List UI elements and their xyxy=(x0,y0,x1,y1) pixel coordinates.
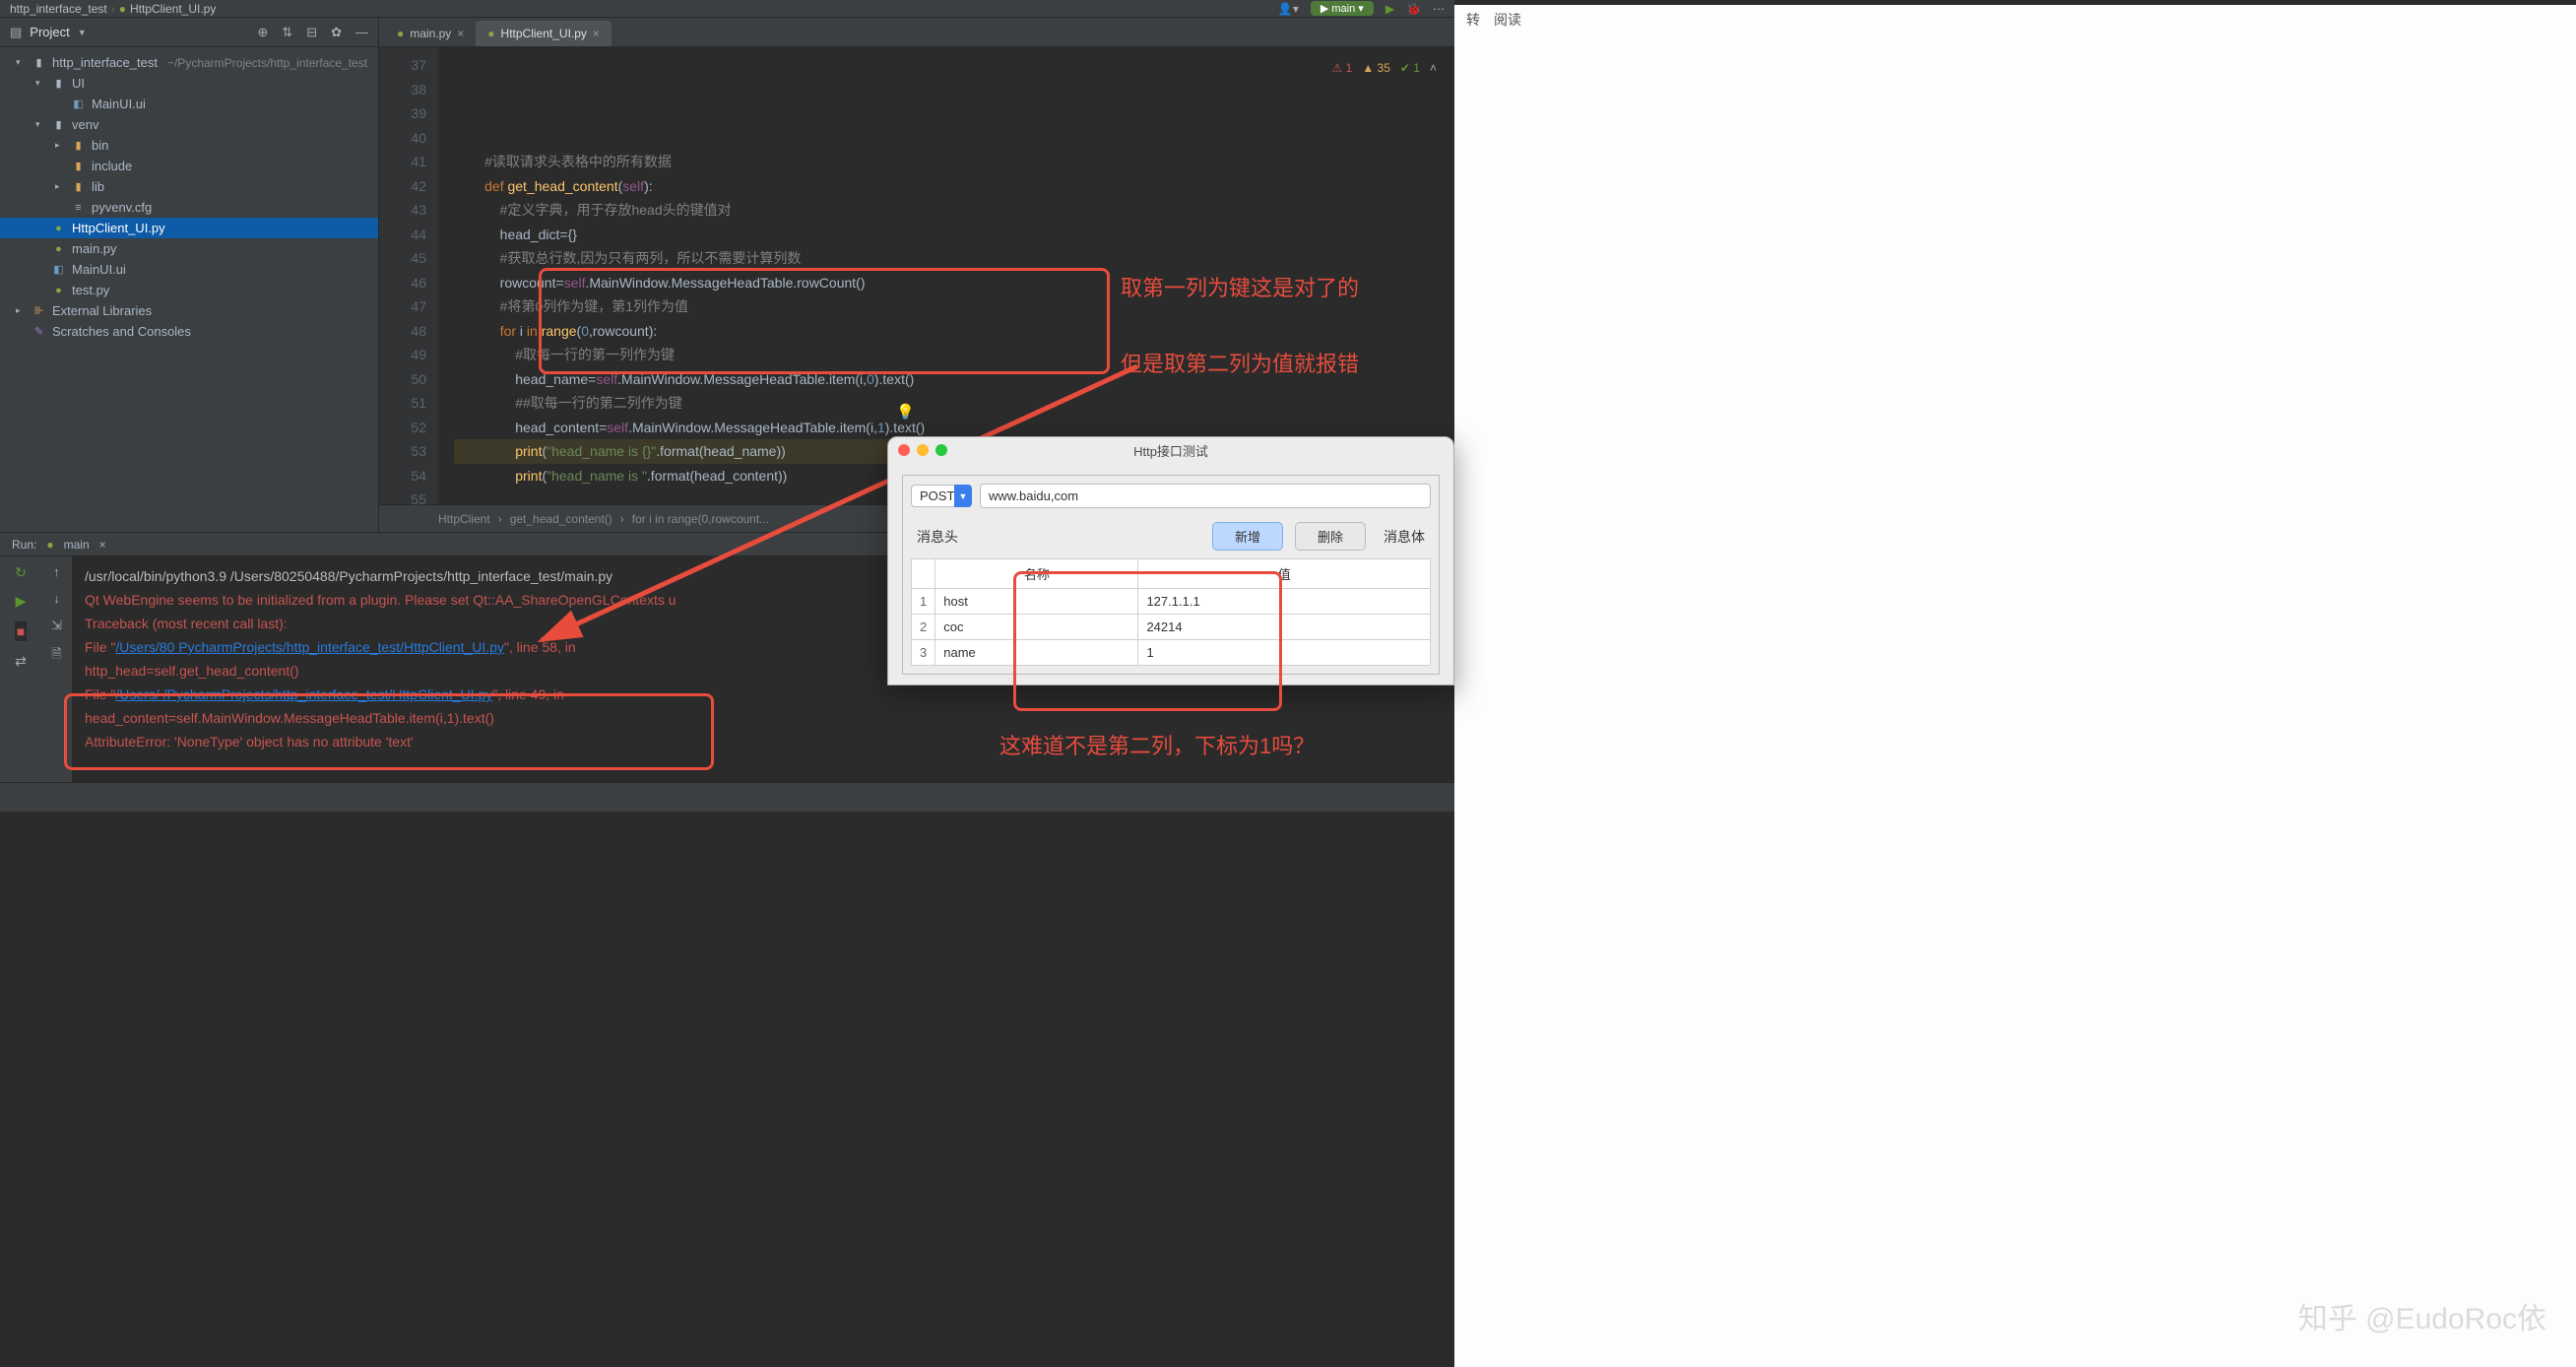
close-icon[interactable]: × xyxy=(99,538,106,552)
tree-node[interactable]: ◧MainUI.ui xyxy=(0,259,378,280)
rerun-icon[interactable]: ↻ xyxy=(15,564,27,581)
headers-table[interactable]: 名称值 1host127.1.1.12coc242143name1 xyxy=(911,558,1431,666)
table-row[interactable]: 2coc24214 xyxy=(912,615,1431,640)
editor-tab[interactable]: ●main.py× xyxy=(385,21,476,46)
run-icon[interactable]: ▶ xyxy=(16,593,27,610)
run-sub-toolbar: ↑ ↓ ⇲ 🗎 xyxy=(41,556,73,812)
annotation-text: 取第一列为键这是对了的 xyxy=(1121,271,1359,302)
delete-button[interactable]: 删除 xyxy=(1295,522,1366,551)
add-button[interactable]: 新增 xyxy=(1212,522,1283,551)
project-tree[interactable]: ▾▮http_interface_test~/PycharmProjects/h… xyxy=(0,47,378,532)
run-label: Run: xyxy=(12,538,36,552)
debug-icon[interactable]: 🐞 xyxy=(1406,2,1421,16)
right-tabs: 转 阅读 xyxy=(1454,5,2576,34)
up-icon[interactable]: ↑ xyxy=(53,564,60,579)
tree-node[interactable]: ●test.py xyxy=(0,280,378,300)
tree-node[interactable]: ●main.py xyxy=(0,238,378,259)
watermark: 知乎 @EudoRoc依 xyxy=(2298,1294,2546,1337)
annotation-text: 这难道不是第二列，下标为1吗？ xyxy=(999,729,1315,760)
breadcrumb[interactable]: http_interface_test › ● HttpClient_UI.py xyxy=(10,2,216,16)
python-icon: ● xyxy=(46,538,53,552)
ide-window: http_interface_test › ● HttpClient_UI.py… xyxy=(0,0,1454,812)
crumb-item[interactable]: get_head_content() xyxy=(510,512,612,526)
popup-titlebar[interactable]: Http接口测试 xyxy=(888,437,1453,463)
popup-title: Http接口测试 xyxy=(888,441,1453,460)
annotation-text: 但是取第二列为值就报错 xyxy=(1121,347,1359,378)
chevron-down-icon[interactable]: ▼ xyxy=(78,28,87,37)
project-sidebar: ▤ Project ▼ ⊕ ⇅ ⊟ ✿ — ▾▮http_interface_t… xyxy=(0,18,379,532)
breadcrumb-part[interactable]: HttpClient_UI.py xyxy=(130,2,216,16)
down-icon[interactable]: ↓ xyxy=(53,591,60,606)
run-config-selector[interactable]: ▶ main ▾ xyxy=(1311,1,1374,16)
tree-node[interactable]: ▮include xyxy=(0,156,378,176)
chevron-down-icon: ▼ xyxy=(954,485,972,507)
url-input[interactable] xyxy=(980,484,1431,508)
crumb-item[interactable]: HttpClient xyxy=(438,512,490,526)
table-row[interactable]: 3name1 xyxy=(912,640,1431,666)
warning-badge[interactable]: ▲ 35 xyxy=(1362,56,1390,81)
run-icon[interactable]: ▶ xyxy=(1385,2,1394,16)
sidebar-title[interactable]: Project xyxy=(30,25,69,39)
bulb-icon[interactable]: 💡 xyxy=(896,401,915,425)
tree-node[interactable]: ▸▮lib xyxy=(0,176,378,197)
weak-badge[interactable]: ✔ 1 xyxy=(1400,56,1420,81)
sidebar-header: ▤ Project ▼ ⊕ ⇅ ⊟ ✿ — xyxy=(0,18,378,47)
col-name: 名称 xyxy=(935,559,1138,589)
project-icon: ▤ xyxy=(10,25,22,40)
run-config-name[interactable]: main xyxy=(64,538,90,552)
tree-node[interactable]: ▾▮http_interface_test~/PycharmProjects/h… xyxy=(0,52,378,73)
print-icon[interactable]: 🗎 xyxy=(51,645,61,667)
right-tab[interactable]: 阅读 xyxy=(1494,10,1521,30)
chevron-right-icon: › xyxy=(111,2,115,16)
breadcrumb-part[interactable]: http_interface_test xyxy=(10,2,107,16)
status-bar xyxy=(0,782,1454,812)
tree-node[interactable]: ◧MainUI.ui xyxy=(0,94,378,114)
tree-node[interactable]: ▸⊪External Libraries xyxy=(0,300,378,321)
locate-icon[interactable]: ⊕ xyxy=(257,25,268,40)
tree-node[interactable]: ▾▮venv xyxy=(0,114,378,135)
wrap-icon[interactable]: ⇲ xyxy=(51,618,62,633)
editor-tabs: ●main.py×●HttpClient_UI.py× xyxy=(379,18,1454,47)
gear-icon[interactable]: ✿ xyxy=(331,25,342,40)
table-row[interactable]: 1host127.1.1.1 xyxy=(912,589,1431,615)
col-value: 值 xyxy=(1138,559,1431,589)
close-icon[interactable]: × xyxy=(457,27,464,40)
run-side-toolbar: ↻ ▶ ■ ⇄ xyxy=(0,556,41,812)
tree-node[interactable]: ▾▮UI xyxy=(0,73,378,94)
editor-tab[interactable]: ●HttpClient_UI.py× xyxy=(476,21,612,46)
expand-icon[interactable]: ⇅ xyxy=(282,25,292,40)
python-icon: ● xyxy=(119,2,126,16)
error-badge[interactable]: ⚠ 1 xyxy=(1332,56,1353,81)
http-test-popup[interactable]: Http接口测试 POST ▼ 消息头 新增 删除 消息体 名称值 1host1… xyxy=(887,436,1454,685)
method-select[interactable]: POST ▼ xyxy=(911,485,972,507)
tree-node[interactable]: ▸▮bin xyxy=(0,135,378,156)
tab-headers[interactable]: 消息头 xyxy=(911,527,964,547)
inspection-widget[interactable]: ⚠ 1 ▲ 35 ✔ 1 ˄ xyxy=(1332,56,1437,81)
settings-icon[interactable]: ⇄ xyxy=(15,653,27,670)
tab-body[interactable]: 消息体 xyxy=(1378,527,1431,547)
more-icon[interactable]: ⋯ xyxy=(1433,2,1445,16)
tree-node[interactable]: ✎Scratches and Consoles xyxy=(0,321,378,342)
gutter: 37383940414243444546474849505152535455 xyxy=(379,47,438,504)
chevron-up-icon[interactable]: ˄ xyxy=(1430,56,1437,81)
user-icon[interactable]: 👤▾ xyxy=(1278,2,1299,16)
tree-node[interactable]: ●HttpClient_UI.py xyxy=(0,218,378,238)
stop-icon[interactable]: ■ xyxy=(15,621,27,641)
hide-icon[interactable]: — xyxy=(355,25,368,40)
right-browser-pane: 转 阅读 xyxy=(1454,5,2576,1367)
close-icon[interactable]: × xyxy=(593,27,600,40)
crumb-item[interactable]: for i in range(0,rowcount... xyxy=(632,512,769,526)
top-toolbar: http_interface_test › ● HttpClient_UI.py… xyxy=(0,0,1454,18)
collapse-icon[interactable]: ⊟ xyxy=(306,25,317,40)
tree-node[interactable]: ≡pyvenv.cfg xyxy=(0,197,378,218)
right-tab[interactable]: 转 xyxy=(1466,10,1480,30)
